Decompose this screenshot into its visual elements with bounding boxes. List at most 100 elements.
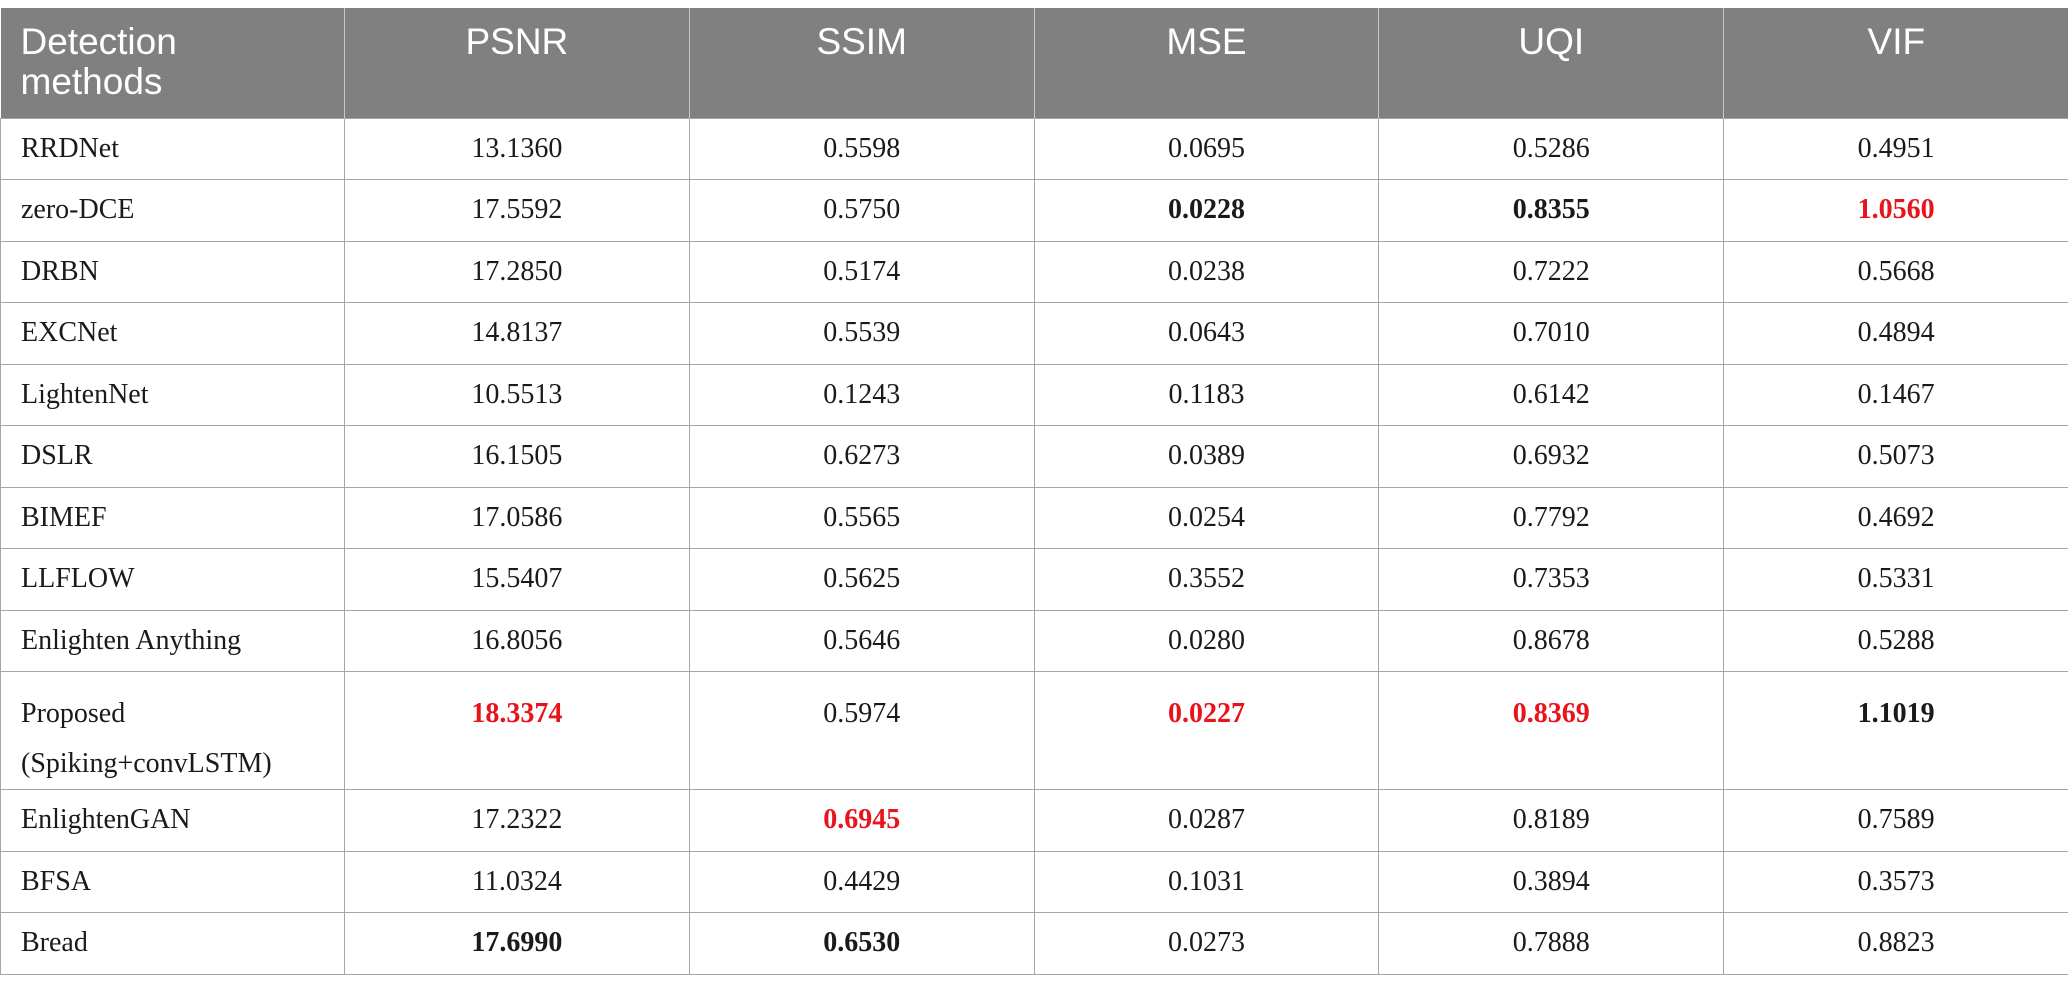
cell-mse: 0.0389 <box>1033 425 1380 488</box>
header-psnr: PSNR <box>344 8 690 118</box>
table-row: Bread 17.6990 0.6530 0.0273 0.7888 0.8823 <box>0 912 2068 975</box>
cell-uqi: 0.8678 <box>1378 609 1725 672</box>
cell-uqi: 0.5286 <box>1378 117 1725 180</box>
table-row: LightenNet 10.5513 0.1243 0.1183 0.6142 0.146… <box>0 363 2068 426</box>
table-row: EnlightenGAN 17.2322 0.6945 0.0287 0.8189 0.7… <box>0 789 2068 852</box>
cell-psnr: 11.0324 <box>344 850 690 913</box>
cell-uqi: 0.7010 <box>1378 302 1725 365</box>
header-vif: VIF <box>1723 8 2068 118</box>
cell-psnr: 17.2322 <box>344 789 690 852</box>
table-row: DSLR 16.1505 0.6273 0.0389 0.6932 0.5073 <box>0 425 2068 488</box>
cell-psnr: 17.2850 <box>344 240 690 303</box>
table-row: BFSA 11.0324 0.4429 0.1031 0.3894 0.3573 <box>0 850 2068 913</box>
cell-ssim: 0.6530 <box>688 912 1035 975</box>
cell-vif: 0.4894 <box>1723 302 2068 365</box>
cell-psnr: 17.6990 <box>344 912 690 975</box>
cell-vif: 0.5288 <box>1723 609 2068 672</box>
cell-method: BIMEF <box>0 486 345 549</box>
cell-mse: 0.3552 <box>1033 548 1380 611</box>
cell-method: Bread <box>0 912 345 975</box>
cell-mse: 0.1031 <box>1033 850 1380 913</box>
header-mse: MSE <box>1033 8 1380 118</box>
cell-mse: 0.0227 <box>1033 671 1380 790</box>
cell-psnr: 17.5592 <box>344 179 690 242</box>
cell-method: zero-DCE <box>0 179 345 242</box>
cell-uqi: 0.7353 <box>1378 548 1725 611</box>
cell-method: EnlightenGAN <box>0 789 345 852</box>
cell-vif: 0.7589 <box>1723 789 2068 852</box>
cell-ssim: 0.6273 <box>688 425 1035 488</box>
cell-mse: 0.0273 <box>1033 912 1380 975</box>
table-row: Proposed (Spiking+convLSTM) 18.3374 0.5974… <box>0 671 2068 790</box>
cell-vif: 0.5331 <box>1723 548 2068 611</box>
results-table-container: Detection methods PSNR SSIM MSE UQI VIF … <box>0 8 2068 975</box>
cell-ssim: 0.6945 <box>688 789 1035 852</box>
table-row: zero-DCE 17.5592 0.5750 0.0228 0.8355 1.0560 <box>0 179 2068 242</box>
cell-method: DSLR <box>0 425 345 488</box>
cell-vif: 0.8823 <box>1723 912 2068 975</box>
header-row: Detection methods PSNR SSIM MSE UQI VIF <box>0 8 2068 118</box>
cell-uqi: 0.7792 <box>1378 486 1725 549</box>
cell-ssim: 0.5565 <box>688 486 1035 549</box>
cell-ssim: 0.5974 <box>688 671 1035 790</box>
cell-ssim: 0.5539 <box>688 302 1035 365</box>
table-row: RRDNet 13.1360 0.5598 0.0695 0.5286 0.4951 <box>0 117 2068 180</box>
table-row: EXCNet 14.8137 0.5539 0.0643 0.7010 0.4894 <box>0 302 2068 365</box>
cell-mse: 0.0695 <box>1033 117 1380 180</box>
results-table: Detection methods PSNR SSIM MSE UQI VIF … <box>0 8 2068 975</box>
cell-psnr: 13.1360 <box>344 117 690 180</box>
cell-ssim: 0.5598 <box>688 117 1035 180</box>
cell-vif: 0.1467 <box>1723 363 2068 426</box>
cell-psnr: 10.5513 <box>344 363 690 426</box>
cell-method: LightenNet <box>0 363 345 426</box>
cell-vif: 0.4692 <box>1723 486 2068 549</box>
cell-vif: 1.1019 <box>1723 671 2068 790</box>
cell-method: RRDNet <box>0 117 345 180</box>
cell-method: DRBN <box>0 240 345 303</box>
cell-mse: 0.0643 <box>1033 302 1380 365</box>
cell-mse: 0.0238 <box>1033 240 1380 303</box>
cell-mse: 0.1183 <box>1033 363 1380 426</box>
cell-psnr: 18.3374 <box>344 671 690 790</box>
table-row: BIMEF 17.0586 0.5565 0.0254 0.7792 0.4692 <box>0 486 2068 549</box>
cell-ssim: 0.5646 <box>688 609 1035 672</box>
cell-uqi: 0.7888 <box>1378 912 1725 975</box>
table-header: Detection methods PSNR SSIM MSE UQI VIF <box>0 8 2068 118</box>
cell-mse: 0.0254 <box>1033 486 1380 549</box>
cell-method: Enlighten Anything <box>0 609 345 672</box>
cell-method: LLFLOW <box>0 548 345 611</box>
cell-vif: 1.0560 <box>1723 179 2068 242</box>
cell-psnr: 14.8137 <box>344 302 690 365</box>
cell-uqi: 0.6932 <box>1378 425 1725 488</box>
cell-mse: 0.0287 <box>1033 789 1380 852</box>
table-row: DRBN 17.2850 0.5174 0.0238 0.7222 0.5668 <box>0 240 2068 303</box>
cell-vif: 0.5073 <box>1723 425 2068 488</box>
cell-mse: 0.0228 <box>1033 179 1380 242</box>
cell-psnr: 15.5407 <box>344 548 690 611</box>
cell-ssim: 0.1243 <box>688 363 1035 426</box>
cell-method: EXCNet <box>0 302 345 365</box>
cell-ssim: 0.5174 <box>688 240 1035 303</box>
cell-ssim: 0.5625 <box>688 548 1035 611</box>
cell-uqi: 0.3894 <box>1378 850 1725 913</box>
cell-vif: 0.4951 <box>1723 117 2068 180</box>
cell-psnr: 16.8056 <box>344 609 690 672</box>
cell-uqi: 0.8355 <box>1378 179 1725 242</box>
table-row: Enlighten Anything 16.8056 0.5646 0.0280 0.8… <box>0 609 2068 672</box>
cell-uqi: 0.8189 <box>1378 789 1725 852</box>
cell-mse: 0.0280 <box>1033 609 1380 672</box>
cell-vif: 0.3573 <box>1723 850 2068 913</box>
cell-method: Proposed (Spiking+convLSTM) <box>0 671 345 790</box>
cell-uqi: 0.8369 <box>1378 671 1725 790</box>
cell-psnr: 17.0586 <box>344 486 690 549</box>
table-row: LLFLOW 15.5407 0.5625 0.3552 0.7353 0.5331 <box>0 548 2068 611</box>
cell-ssim: 0.5750 <box>688 179 1035 242</box>
cell-uqi: 0.6142 <box>1378 363 1725 426</box>
cell-vif: 0.5668 <box>1723 240 2068 303</box>
cell-uqi: 0.7222 <box>1378 240 1725 303</box>
header-uqi: UQI <box>1378 8 1725 118</box>
cell-ssim: 0.4429 <box>688 850 1035 913</box>
header-ssim: SSIM <box>688 8 1035 118</box>
cell-psnr: 16.1505 <box>344 425 690 488</box>
table-body: RRDNet 13.1360 0.5598 0.0695 0.5286 0.4951 zer… <box>0 117 2068 975</box>
